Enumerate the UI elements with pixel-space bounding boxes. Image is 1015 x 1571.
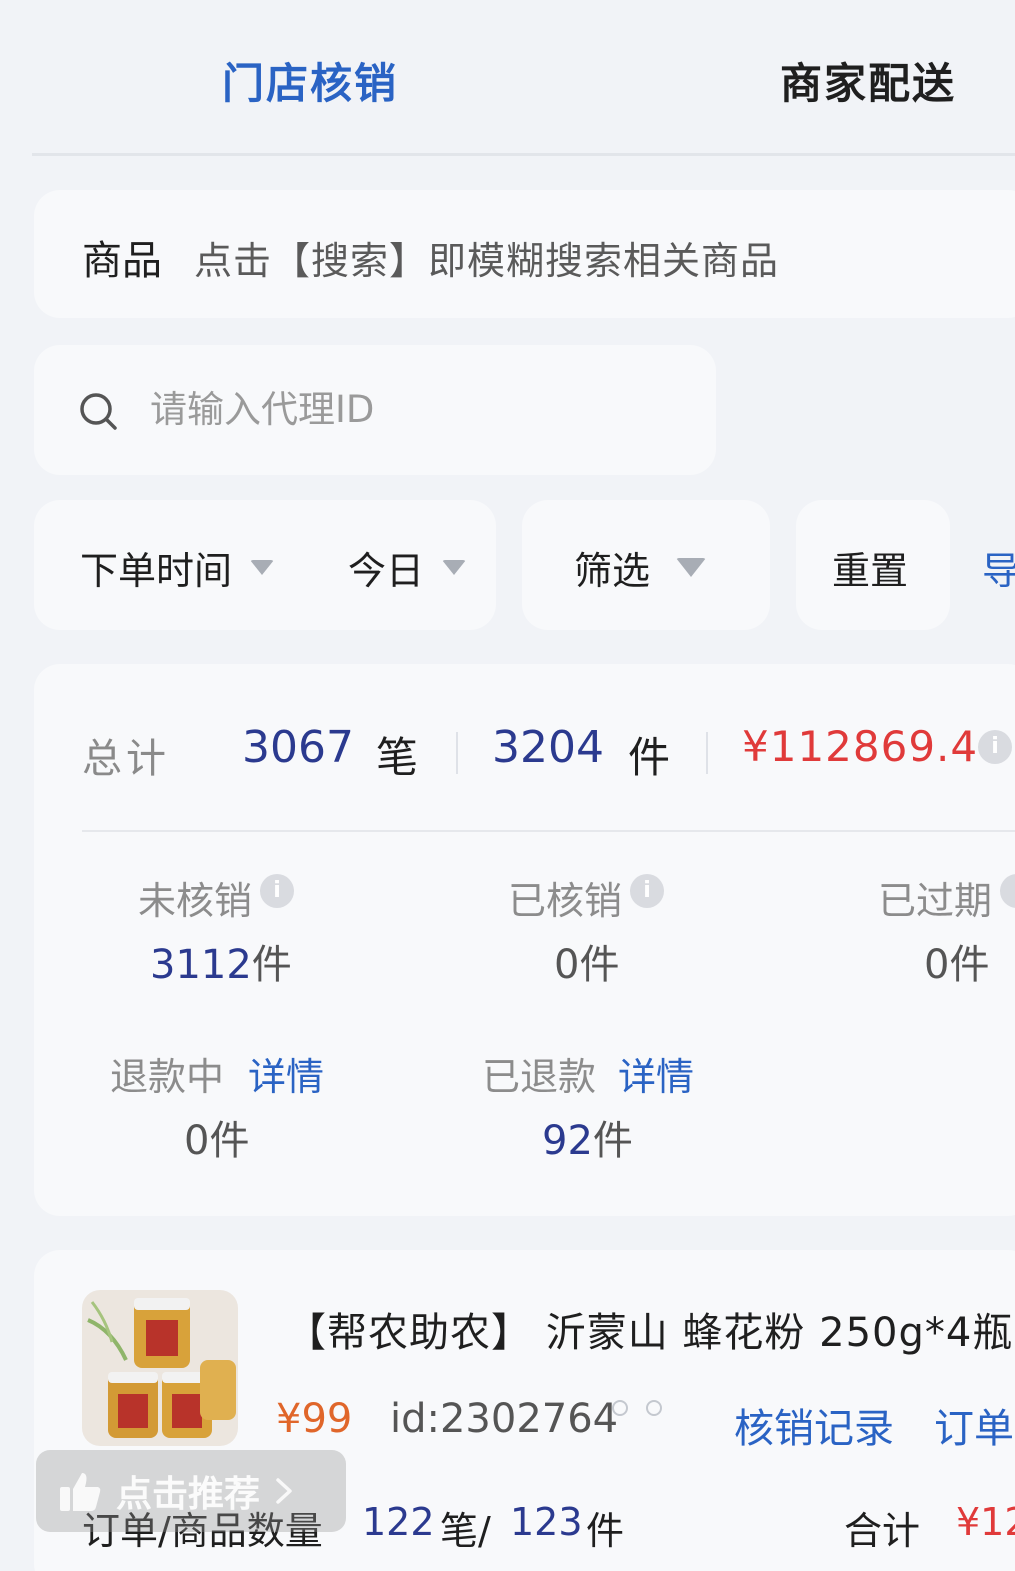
order-qty-pieces-unit: 件 — [586, 1509, 625, 1553]
order-qty-orders-unit: 笔/ — [440, 1509, 491, 1553]
chevron-down-icon — [442, 560, 467, 575]
product-label: 商品 — [82, 238, 162, 284]
carousel-dot[interactable] — [646, 1400, 662, 1416]
order-qty-orders: 122 — [362, 1500, 435, 1544]
screen-filter-button[interactable]: 筛选 — [522, 500, 770, 630]
tabs-divider — [32, 153, 1015, 156]
stats-divider — [82, 830, 1015, 832]
tab-merchant-delivery[interactable]: 商家配送 — [780, 50, 956, 111]
refunding-detail-link[interactable]: 详情 — [248, 1046, 324, 1101]
divider — [456, 732, 458, 774]
verified-label: 已核销 — [508, 879, 623, 923]
reset-label: 重置 — [832, 549, 909, 593]
order-sum: ¥12 — [956, 1500, 1015, 1544]
search-icon — [80, 393, 117, 430]
period-label: 今日 — [348, 549, 425, 593]
agent-id-input[interactable] — [150, 379, 670, 439]
verification-record-link[interactable]: 核销记录 — [734, 1396, 894, 1454]
chevron-down-icon — [250, 560, 275, 575]
order-product-title[interactable]: 【帮农助农】 沂蒙山 蜂花粉 250g*4瓶 — [286, 1300, 1013, 1358]
product-thumbnail — [82, 1290, 238, 1446]
pending-unit: 件 — [251, 942, 292, 988]
agent-search-box[interactable] — [34, 345, 716, 475]
recommend-button[interactable]: 点击推荐 — [36, 1450, 346, 1532]
export-button[interactable]: 导 — [982, 540, 1015, 595]
total-pieces-count: 3204 — [492, 722, 604, 773]
pending-count: 3112 — [150, 942, 252, 988]
pending-label: 未核销 — [138, 879, 253, 923]
total-amount: ¥112869.4 — [742, 722, 979, 771]
info-icon[interactable]: i — [630, 874, 664, 908]
refunding-value: 0件 — [184, 1118, 250, 1164]
page: 门店核销 商家配送 商品 点击【搜索】即模糊搜索相关商品 下单时间 今日 筛选 — [0, 0, 1015, 1571]
stats-card: 总计 3067 笔 3204 件 ¥112869.4 i 未核销 i 3112件… — [34, 664, 1015, 1216]
order-link[interactable]: 订单 — [934, 1396, 1014, 1454]
reset-button[interactable]: 重置 — [796, 500, 950, 630]
product-search-row[interactable]: 商品 点击【搜索】即模糊搜索相关商品 — [34, 190, 1015, 318]
order-product-id: id:2302764 — [390, 1396, 619, 1442]
order-qty-pieces: 123 — [510, 1500, 583, 1544]
info-icon[interactable]: i — [260, 874, 294, 908]
expired-value: 0件 — [924, 942, 990, 988]
order-price: ¥99 — [276, 1396, 353, 1442]
divider — [706, 732, 708, 774]
refunded-label: 已退款 — [482, 1055, 597, 1099]
expired-label: 已过期 — [878, 879, 993, 923]
order-time-label: 下单时间 — [80, 549, 233, 593]
refunded-count: 92 — [542, 1118, 593, 1164]
thumbs-up-icon — [60, 1473, 101, 1511]
order-time-dropdown[interactable]: 下单时间 — [80, 540, 275, 595]
total-pieces-unit: 件 — [628, 733, 671, 782]
total-orders-count: 3067 — [242, 722, 354, 773]
pending-value: 3112件 — [150, 932, 292, 990]
chevron-down-icon — [676, 558, 707, 577]
info-icon[interactable]: i — [978, 730, 1012, 764]
screen-filter: 筛选 — [574, 540, 707, 595]
recommend-label: 点击推荐 — [116, 1474, 261, 1515]
chevron-right-icon — [276, 1478, 292, 1504]
period-dropdown[interactable]: 今日 — [348, 540, 467, 595]
refunded-detail-link[interactable]: 详情 — [618, 1046, 694, 1101]
refunded-unit: 件 — [592, 1118, 633, 1164]
tab-store-verification[interactable]: 门店核销 — [222, 50, 398, 111]
total-label: 总计 — [82, 736, 170, 782]
verified-value: 0件 — [554, 942, 620, 988]
screen-filter-label: 筛选 — [574, 549, 651, 593]
tab-bar: 门店核销 商家配送 — [0, 0, 1015, 156]
refunding-label: 退款中 — [110, 1055, 225, 1099]
info-icon[interactable]: i — [1000, 874, 1015, 908]
carousel-dot[interactable] — [612, 1400, 628, 1416]
product-search-hint[interactable]: 点击【搜索】即模糊搜索相关商品 — [194, 230, 779, 285]
order-sum-label: 合计 — [844, 1509, 921, 1553]
refunded-value: 92件 — [542, 1108, 633, 1166]
time-filter-group: 下单时间 今日 — [34, 500, 496, 630]
total-orders-unit: 笔 — [376, 733, 419, 782]
